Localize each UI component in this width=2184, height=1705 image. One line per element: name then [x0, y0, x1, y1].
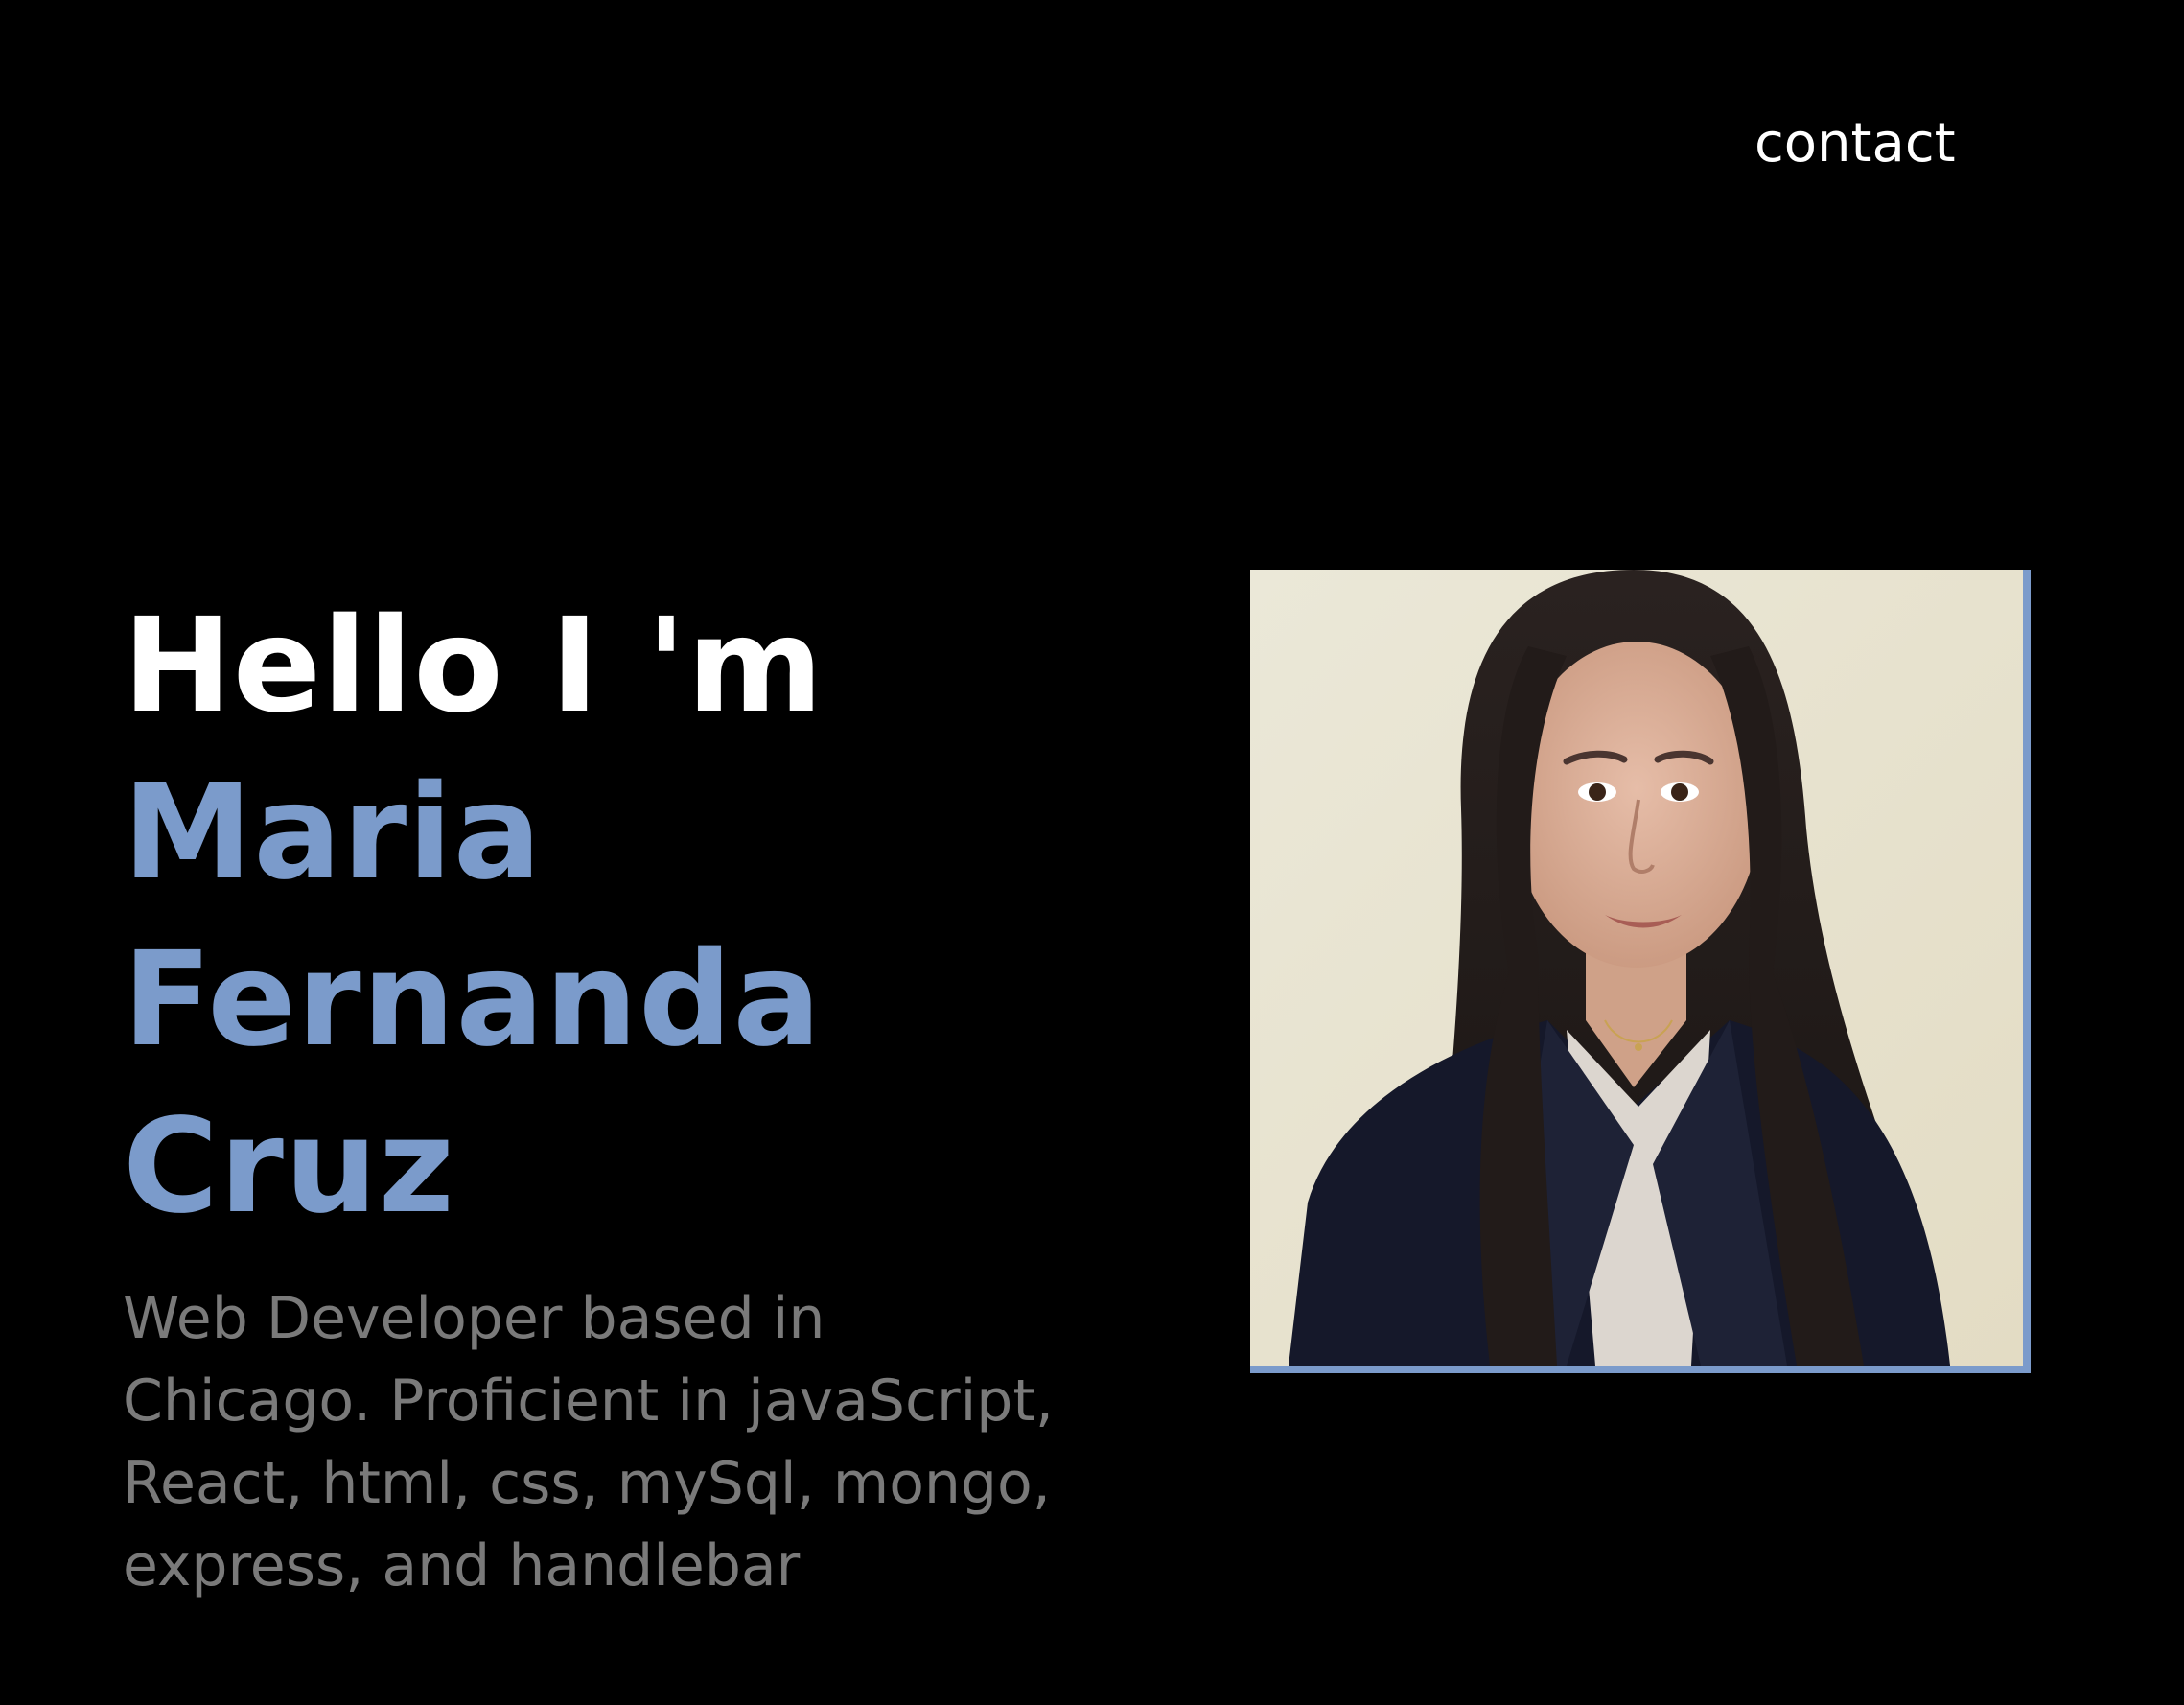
contact-link[interactable]: contact [1754, 105, 1956, 182]
name-heading: Maria Fernanda Cruz [123, 750, 1081, 1250]
name-first: Maria [123, 758, 543, 909]
name-last: Cruz [123, 1091, 455, 1243]
portrait-photo [1250, 570, 2031, 1373]
bio-text: Web Developer based in Chicago. Proficie… [123, 1285, 1054, 1600]
portrait-illustration [1250, 570, 2023, 1366]
greeting-heading: Hello I 'm [123, 591, 825, 742]
name-middle: Fernanda [123, 924, 823, 1076]
hero-section: Hello I 'm Maria Fernanda Cruz Web Devel… [123, 583, 1081, 1607]
